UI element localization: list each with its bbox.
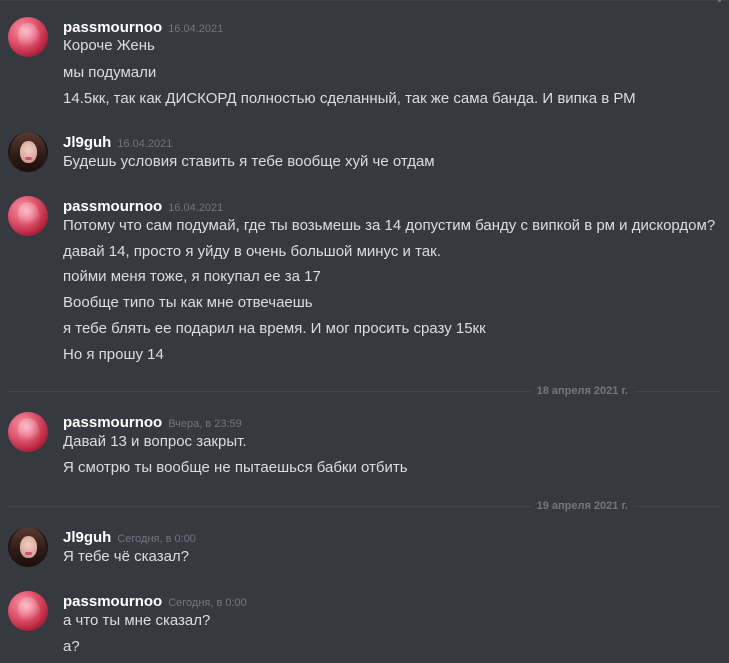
chat-message-list: passmournoo 16.04.2021 Короче Жень мы под… [0,0,729,663]
timestamp: 16.04.2021 [117,138,173,150]
message-text: я тебе блять ее подарил на время. И мог … [63,320,486,337]
message-header: passmournoo 16.04.2021 [63,196,223,215]
username[interactable]: passmournoo [63,414,162,431]
message-text: Короче Жень [63,37,155,54]
avatar[interactable] [8,196,48,236]
date-divider-label: 18 апреля 2021 г. [530,384,634,398]
message-text: мы подумали [63,64,157,81]
message-text: Но я прошу 14 [63,346,164,363]
username[interactable]: Jl9guh [63,134,111,151]
timestamp: 16.04.2021 [168,23,224,35]
avatar[interactable] [8,527,48,567]
message-header: Jl9guh Сегодня, в 0:00 [63,527,196,546]
message-text: Вообще типо ты как мне отвечаешь [63,294,313,311]
username[interactable]: passmournoo [63,198,162,215]
message-header: Jl9guh 16.04.2021 [63,132,172,151]
timestamp: Сегодня, в 0:00 [168,597,247,609]
message-text: 14.5кк, так как ДИСКОРД полностью сделан… [63,90,636,107]
username[interactable]: passmournoo [63,19,162,36]
username[interactable]: Jl9guh [63,529,111,546]
date-divider: 18 апреля 2021 г. [0,384,729,398]
timestamp: 16.04.2021 [168,202,224,214]
timestamp: Вчера, в 23:59 [168,418,242,430]
message-text: Я тебе чё сказал? [63,548,190,565]
timestamp: Сегодня, в 0:00 [117,533,196,545]
date-divider-label: 19 апреля 2021 г. [530,499,634,513]
top-divider [0,0,729,2]
avatar[interactable] [8,17,48,57]
avatar[interactable] [8,412,48,452]
message-text: а что ты мне сказал? [63,612,211,629]
message-text: Давай 13 и вопрос закрыт. [63,433,247,450]
message-text: пойми меня тоже, я покупал ее за 17 [63,268,321,285]
username[interactable]: passmournoo [63,593,162,610]
avatar[interactable] [8,132,48,172]
message-header: passmournoo Сегодня, в 0:00 [63,591,247,610]
message-text: Я смотрю ты вообще не пытаешься бабки от… [63,459,408,476]
message-header: passmournoo 16.04.2021 [63,17,223,36]
avatar[interactable] [8,591,48,631]
date-divider: 19 апреля 2021 г. [0,499,729,513]
message-text: давай 14, просто я уйду в очень большой … [63,243,441,260]
message-text: Будешь условия ставить я тебе вообще хуй… [63,153,435,170]
message-text: а? [63,638,80,655]
more-dot-icon [718,0,721,2]
message-text: Потому что сам подумай, где ты возьмешь … [63,217,716,234]
message-header: passmournoo Вчера, в 23:59 [63,412,242,431]
